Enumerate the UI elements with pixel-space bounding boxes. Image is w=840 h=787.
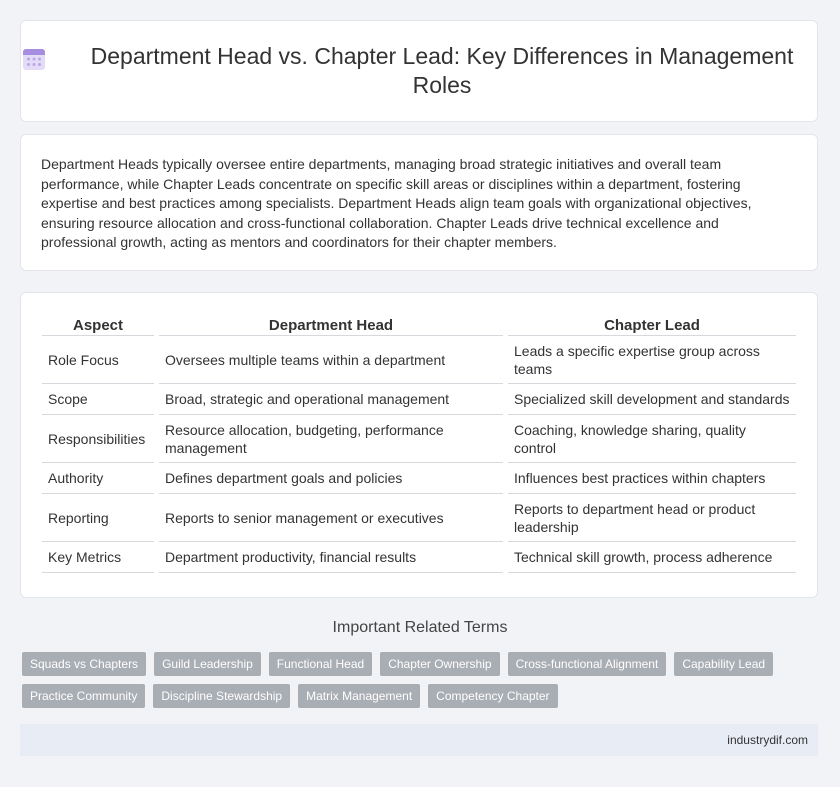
cell-department-head: Defines department goals and policies — [159, 463, 503, 494]
cell-chapter-lead: Reports to department head or product le… — [508, 494, 796, 542]
cell-chapter-lead: Influences best practices within chapter… — [508, 463, 796, 494]
cell-aspect: Reporting — [42, 494, 154, 542]
cell-chapter-lead: Specialized skill development and standa… — [508, 384, 796, 415]
cell-department-head: Reports to senior management or executiv… — [159, 494, 503, 542]
cell-department-head: Broad, strategic and operational managem… — [159, 384, 503, 415]
table-row: Reporting Reports to senior management o… — [42, 494, 796, 542]
tag-capability-lead[interactable]: Capability Lead — [674, 652, 774, 676]
cell-chapter-lead: Technical skill growth, process adherenc… — [508, 542, 796, 573]
header-aspect: Aspect — [42, 309, 154, 336]
calendar-icon — [23, 49, 45, 70]
table-header-row: Aspect Department Head Chapter Lead — [42, 309, 796, 336]
tag-discipline-stewardship[interactable]: Discipline Stewardship — [153, 684, 291, 708]
table-row: Role Focus Oversees multiple teams withi… — [42, 336, 796, 384]
tag-squads-vs-chapters[interactable]: Squads vs Chapters — [22, 652, 147, 676]
footer: industrydif.com — [20, 724, 818, 756]
cell-department-head: Department productivity, financial resul… — [159, 542, 503, 573]
tag-cross-functional-alignment[interactable]: Cross-functional Alignment — [507, 652, 667, 676]
tag-matrix-management[interactable]: Matrix Management — [298, 684, 421, 708]
related-terms-title: Important Related Terms — [332, 619, 508, 636]
cell-aspect: Scope — [42, 384, 154, 415]
table-row: Key Metrics Department productivity, fin… — [42, 542, 796, 573]
table-row: Authority Defines department goals and p… — [42, 463, 796, 494]
intro-card: Department Heads typically oversee entir… — [20, 134, 818, 271]
cell-aspect: Responsibilities — [42, 415, 154, 463]
tag-chapter-ownership[interactable]: Chapter Ownership — [380, 652, 500, 676]
cell-aspect: Role Focus — [42, 336, 154, 384]
tag-guild-leadership[interactable]: Guild Leadership — [154, 652, 261, 676]
cell-aspect: Key Metrics — [42, 542, 154, 573]
cell-chapter-lead: Coaching, knowledge sharing, quality con… — [508, 415, 796, 463]
tag-practice-community[interactable]: Practice Community — [22, 684, 146, 708]
tag-functional-head[interactable]: Functional Head — [268, 652, 373, 676]
comparison-table-card: Aspect Department Head Chapter Lead Role… — [20, 292, 818, 598]
cell-aspect: Authority — [42, 463, 154, 494]
table-row: Scope Broad, strategic and operational m… — [42, 384, 796, 415]
cell-chapter-lead: Leads a specific expertise group across … — [508, 336, 796, 384]
title-card: Department Head vs. Chapter Lead: Key Di… — [20, 20, 818, 122]
tag-competency-chapter[interactable]: Competency Chapter — [428, 684, 558, 708]
comparison-table: Aspect Department Head Chapter Lead Role… — [37, 309, 801, 573]
footer-site[interactable]: industrydif.com — [727, 733, 808, 747]
table-row: Responsibilities Resource allocation, bu… — [42, 415, 796, 463]
tag-row-1: Squads vs Chapters Guild Leadership Func… — [22, 652, 812, 676]
cell-department-head: Oversees multiple teams within a departm… — [159, 336, 503, 384]
intro-paragraph: Department Heads typically oversee entir… — [41, 156, 752, 250]
header-department-head: Department Head — [159, 309, 503, 336]
cell-department-head: Resource allocation, budgeting, performa… — [159, 415, 503, 463]
related-terms-tags: Squads vs Chapters Guild Leadership Func… — [22, 652, 812, 716]
page-title: Department Head vs. Chapter Lead: Key Di… — [90, 43, 794, 98]
tag-row-2: Practice Community Discipline Stewardshi… — [22, 684, 812, 708]
title-wrap: Department Head vs. Chapter Lead: Key Di… — [21, 42, 817, 100]
header-chapter-lead: Chapter Lead — [508, 309, 796, 336]
